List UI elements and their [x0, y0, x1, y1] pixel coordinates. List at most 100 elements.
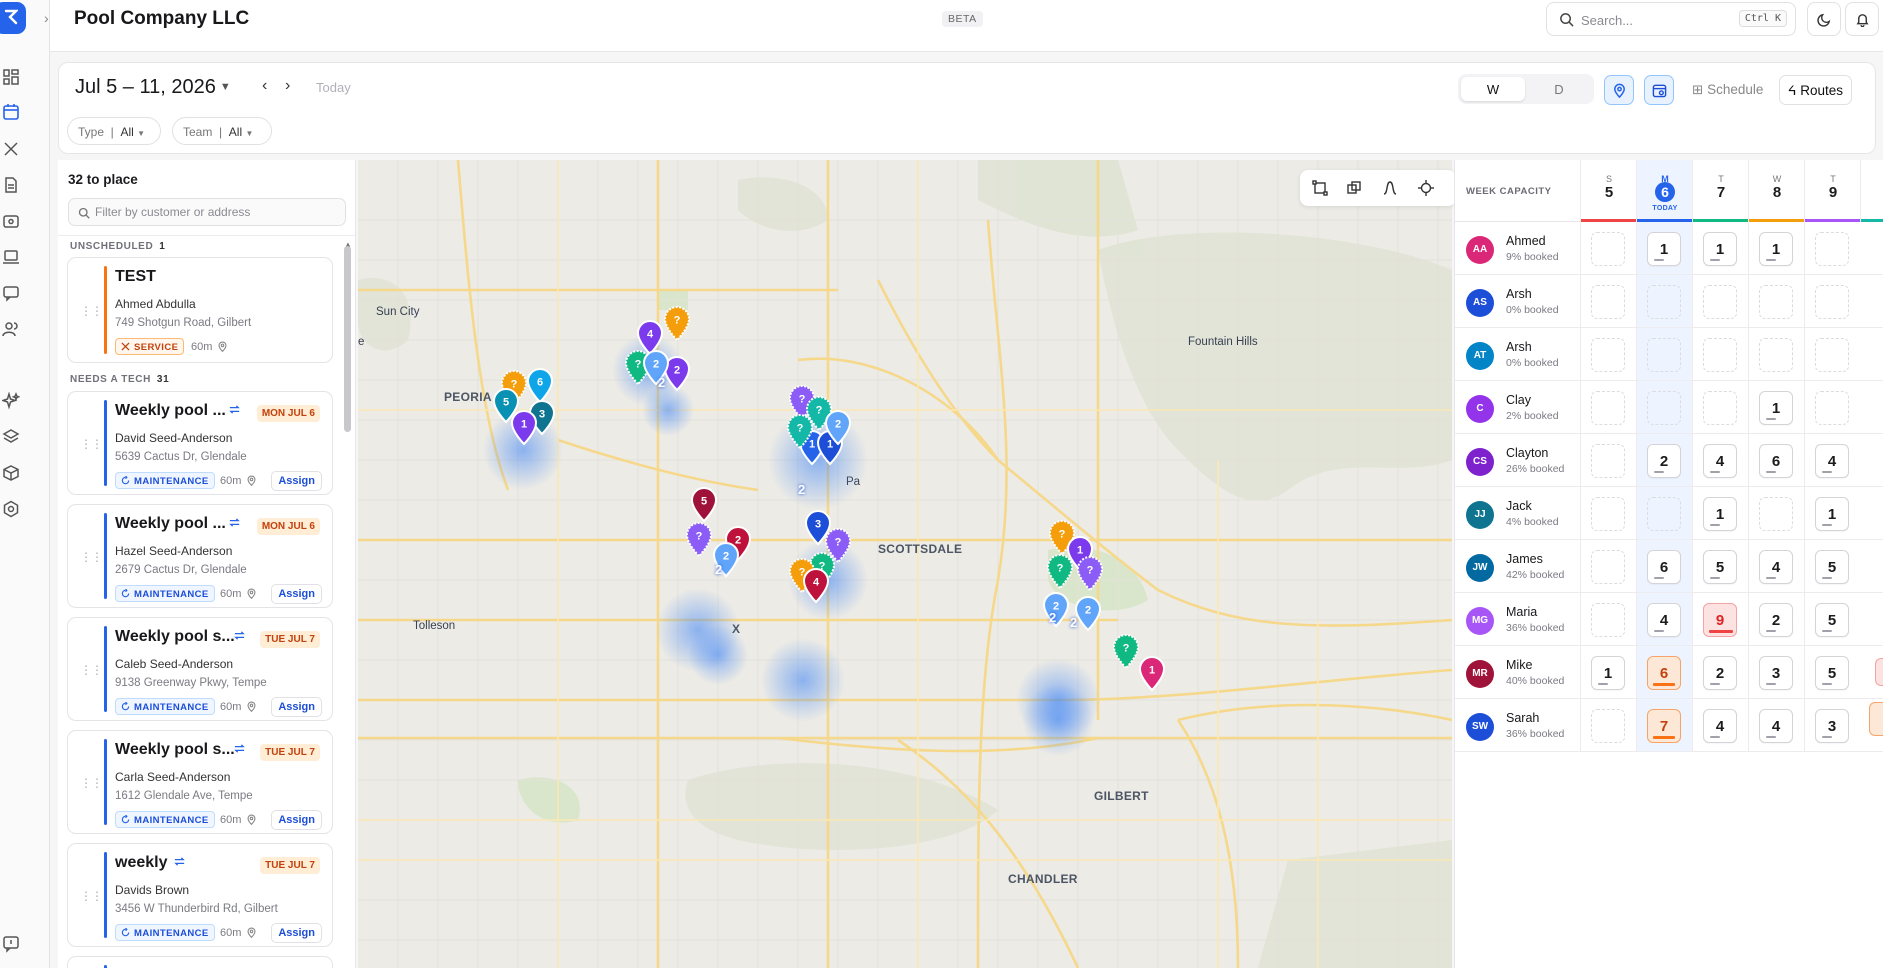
customer-filter-field[interactable] — [68, 198, 346, 226]
map-toggle-button[interactable] — [1604, 75, 1634, 105]
map-cluster-pin[interactable]: 2 — [1074, 596, 1102, 632]
laptop-icon[interactable] — [2, 248, 20, 266]
today-button[interactable]: Today — [316, 80, 351, 95]
capacity-cell[interactable]: 4 — [1759, 550, 1793, 584]
capacity-cell[interactable]: 5 — [1815, 656, 1849, 690]
job-card[interactable]: ⋮⋮ Weekly pool s... TUE JUL 7 Carla Seed… — [67, 730, 333, 834]
next-week-button[interactable]: › — [285, 77, 290, 95]
copy-layers-icon[interactable] — [1346, 180, 1362, 196]
notifications-button[interactable] — [1845, 2, 1879, 36]
day-column-header[interactable]: T 9 — [1804, 160, 1861, 222]
map-cluster-pin[interactable]: ? — [1046, 554, 1074, 590]
capacity-cell[interactable]: 3 — [1815, 709, 1849, 743]
map-cluster-pin[interactable]: ? — [663, 306, 691, 342]
capacity-cell[interactable]: 6 — [1647, 550, 1681, 584]
map-cluster-pin[interactable]: 1 — [510, 410, 538, 446]
capacity-cell[interactable] — [1591, 285, 1625, 319]
day-column-header[interactable]: S 5 — [1580, 160, 1637, 222]
map-cluster-pin[interactable]: 5 — [690, 487, 718, 523]
locate-icon[interactable] — [1418, 180, 1434, 196]
capacity-cell[interactable]: 2 — [1703, 656, 1737, 690]
prev-week-button[interactable]: ‹ — [262, 77, 267, 95]
capacity-cell[interactable] — [1815, 391, 1849, 425]
type-filter[interactable]: Type | All ▼ — [67, 117, 161, 145]
capacity-cell[interactable]: 1 — [1759, 232, 1793, 266]
capacity-cell[interactable]: 1 — [1703, 232, 1737, 266]
tools-icon[interactable] — [2, 140, 20, 158]
select-area-icon[interactable] — [1312, 180, 1328, 196]
capacity-cell[interactable]: 3 — [1759, 656, 1793, 690]
feedback-icon[interactable] — [2, 935, 20, 953]
route-line-icon[interactable] — [1382, 180, 1398, 196]
capacity-cell[interactable] — [1591, 232, 1625, 266]
capacity-cell[interactable] — [1591, 709, 1625, 743]
map-cluster-pin[interactable]: 2 — [824, 410, 852, 446]
assign-button[interactable]: Assign — [271, 697, 322, 717]
capacity-cell[interactable] — [1647, 285, 1681, 319]
capacity-cell[interactable]: 1 — [1703, 497, 1737, 531]
capacity-cell[interactable]: 2 — [1647, 444, 1681, 478]
overflow-cell[interactable] — [1875, 658, 1883, 686]
document-icon[interactable] — [2, 176, 20, 194]
route-map[interactable]: Sun City PEORIA Fountain Hills Tolleson … — [358, 160, 1452, 968]
capacity-cell[interactable] — [1703, 285, 1737, 319]
cluster-count-label[interactable]: 2 — [1070, 615, 1077, 630]
customer-filter-input[interactable] — [95, 205, 335, 219]
capacity-toggle-button[interactable] — [1644, 75, 1674, 105]
app-logo[interactable] — [0, 2, 26, 34]
map-cluster-pin[interactable]: 2 — [642, 350, 670, 386]
users-icon[interactable] — [2, 320, 20, 338]
job-card[interactable]: ⋮⋮ weekly TUE JUL 7 Davids Brown 3456 W … — [67, 843, 333, 947]
team-filter[interactable]: Team | All ▼ — [172, 117, 272, 145]
capacity-cell[interactable] — [1815, 338, 1849, 372]
job-card[interactable]: ⋮⋮ TEST Ahmed Abdulla 749 Shotgun Road, … — [67, 257, 333, 363]
drag-handle-icon[interactable]: ⋮⋮ — [80, 663, 103, 677]
assign-button[interactable]: Assign — [271, 471, 322, 491]
capacity-cell[interactable] — [1759, 338, 1793, 372]
capacity-cell[interactable]: 2 — [1759, 603, 1793, 637]
assign-button[interactable]: Assign — [271, 810, 322, 830]
capacity-cell[interactable]: 6 — [1647, 656, 1681, 690]
capacity-cell[interactable]: 9 — [1703, 603, 1737, 637]
drag-handle-icon[interactable]: ⋮⋮ — [80, 437, 103, 451]
capacity-cell[interactable] — [1591, 550, 1625, 584]
box-icon[interactable] — [2, 464, 20, 482]
week-view-option[interactable]: W — [1461, 77, 1525, 101]
capacity-cell[interactable]: 1 — [1759, 391, 1793, 425]
layers-icon[interactable] — [2, 428, 20, 446]
capacity-cell[interactable]: 5 — [1815, 603, 1849, 637]
map-cluster-pin[interactable]: 6 — [526, 368, 554, 404]
job-card[interactable]: ⋮⋮ Weekly pool s... TUE JUL 7 Caleb Seed… — [67, 617, 333, 721]
capacity-cell[interactable] — [1815, 232, 1849, 266]
capacity-cell[interactable] — [1703, 391, 1737, 425]
search-box[interactable]: Search... Ctrl K — [1546, 2, 1796, 36]
assign-button[interactable]: Assign — [271, 923, 322, 943]
drag-handle-icon[interactable]: ⋮⋮ — [80, 776, 103, 790]
money-icon[interactable] — [2, 212, 20, 230]
capacity-cell[interactable] — [1759, 497, 1793, 531]
job-card[interactable]: ⋮⋮ Weekly pool ... MON JUL 6 Hazel Seed-… — [67, 504, 333, 608]
drag-handle-icon[interactable]: ⋮⋮ — [80, 550, 103, 564]
expand-sidebar-icon[interactable]: › — [44, 10, 49, 26]
capacity-cell[interactable] — [1591, 444, 1625, 478]
capacity-cell[interactable] — [1759, 285, 1793, 319]
capacity-cell[interactable]: 4 — [1815, 444, 1849, 478]
cluster-count-label[interactable]: 2 — [658, 375, 665, 390]
overflow-cell[interactable] — [1869, 702, 1883, 736]
job-card[interactable]: ⋮⋮ Weekly pool ... MON JUL 6 David Seed-… — [67, 391, 333, 495]
map-cluster-pin[interactable]: ? — [786, 414, 814, 450]
capacity-cell[interactable] — [1591, 391, 1625, 425]
capacity-cell[interactable] — [1703, 338, 1737, 372]
capacity-cell[interactable]: 1 — [1591, 656, 1625, 690]
settings-icon[interactable] — [2, 500, 20, 518]
map-cluster-pin[interactable]: 4 — [802, 568, 830, 604]
capacity-cell[interactable]: 7 — [1647, 709, 1681, 743]
capacity-cell[interactable]: 4 — [1703, 709, 1737, 743]
capacity-cell[interactable]: 1 — [1815, 497, 1849, 531]
capacity-cell[interactable] — [1591, 497, 1625, 531]
day-column-header[interactable]: M 6 TODAY — [1636, 160, 1693, 222]
map-cluster-pin[interactable]: ? — [685, 522, 713, 558]
capacity-cell[interactable] — [1815, 285, 1849, 319]
panel-scrollbar[interactable] — [344, 246, 351, 432]
capacity-cell[interactable]: 6 — [1759, 444, 1793, 478]
